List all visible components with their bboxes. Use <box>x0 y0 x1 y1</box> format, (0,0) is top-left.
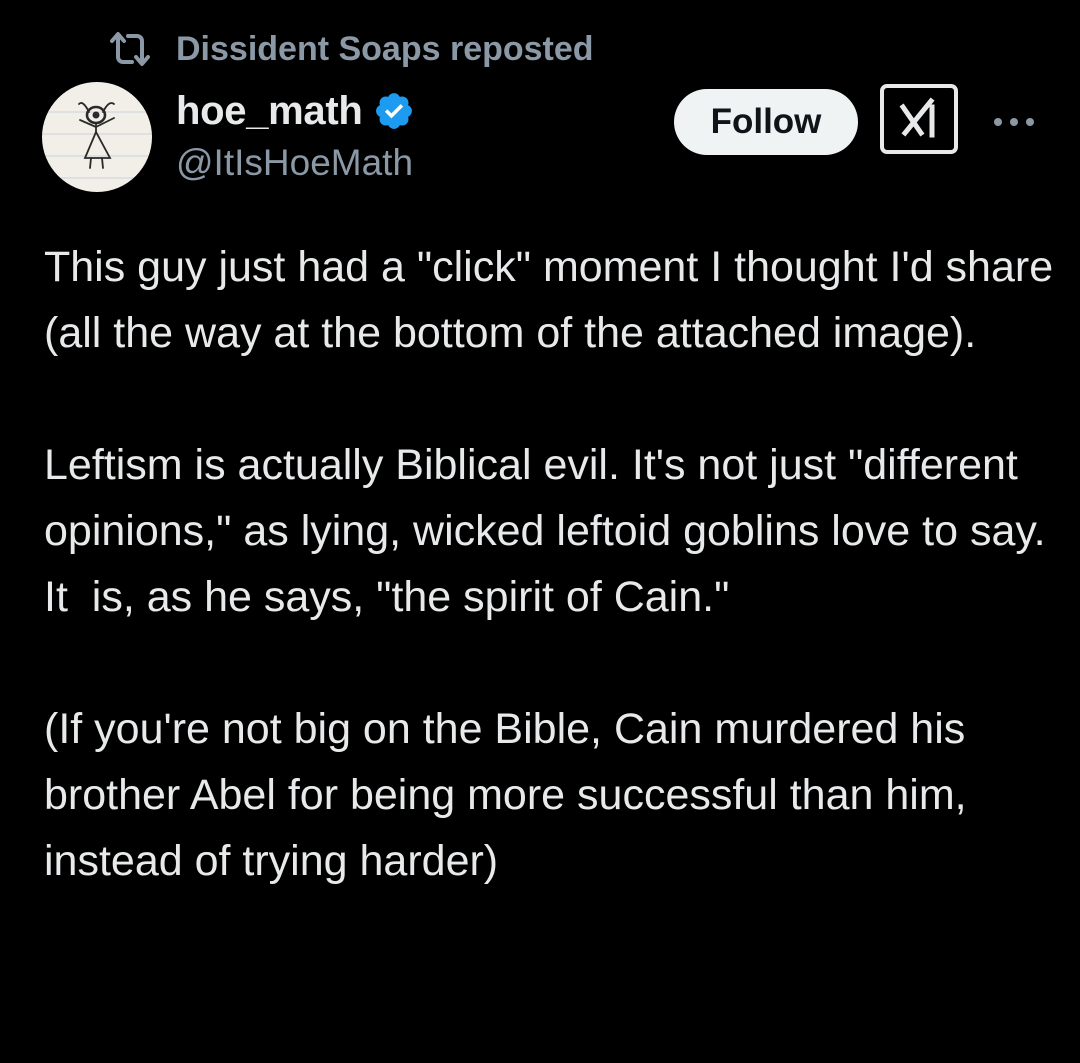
tweet-paragraph: Leftism is actually Biblical evil. It's … <box>44 441 1058 621</box>
stick-figure-drawing-avatar <box>42 102 152 179</box>
more-options-button[interactable] <box>990 104 1038 140</box>
grok-icon <box>899 97 935 138</box>
avatar[interactable] <box>42 82 152 192</box>
display-name[interactable]: hoe_math <box>176 89 363 134</box>
author-handle[interactable]: @ItIsHoeMath <box>176 142 413 184</box>
repost-icon <box>108 29 152 69</box>
repost-text: Dissident Soaps reposted <box>176 29 594 68</box>
tweet-text: This guy just had a "click" moment I tho… <box>44 234 1054 894</box>
author-name-row[interactable]: hoe_math <box>176 86 415 136</box>
more-dots-icon <box>994 118 1034 126</box>
verified-badge-icon[interactable] <box>373 90 415 132</box>
tweet-paragraph: This guy just had a "click" moment I tho… <box>44 243 1066 357</box>
grok-button[interactable] <box>880 84 958 154</box>
tweet-paragraph: (If you're not big on the Bible, Cain mu… <box>44 705 979 885</box>
repost-indicator[interactable]: Dissident Soaps reposted <box>108 28 594 70</box>
follow-button[interactable]: Follow <box>674 89 858 155</box>
